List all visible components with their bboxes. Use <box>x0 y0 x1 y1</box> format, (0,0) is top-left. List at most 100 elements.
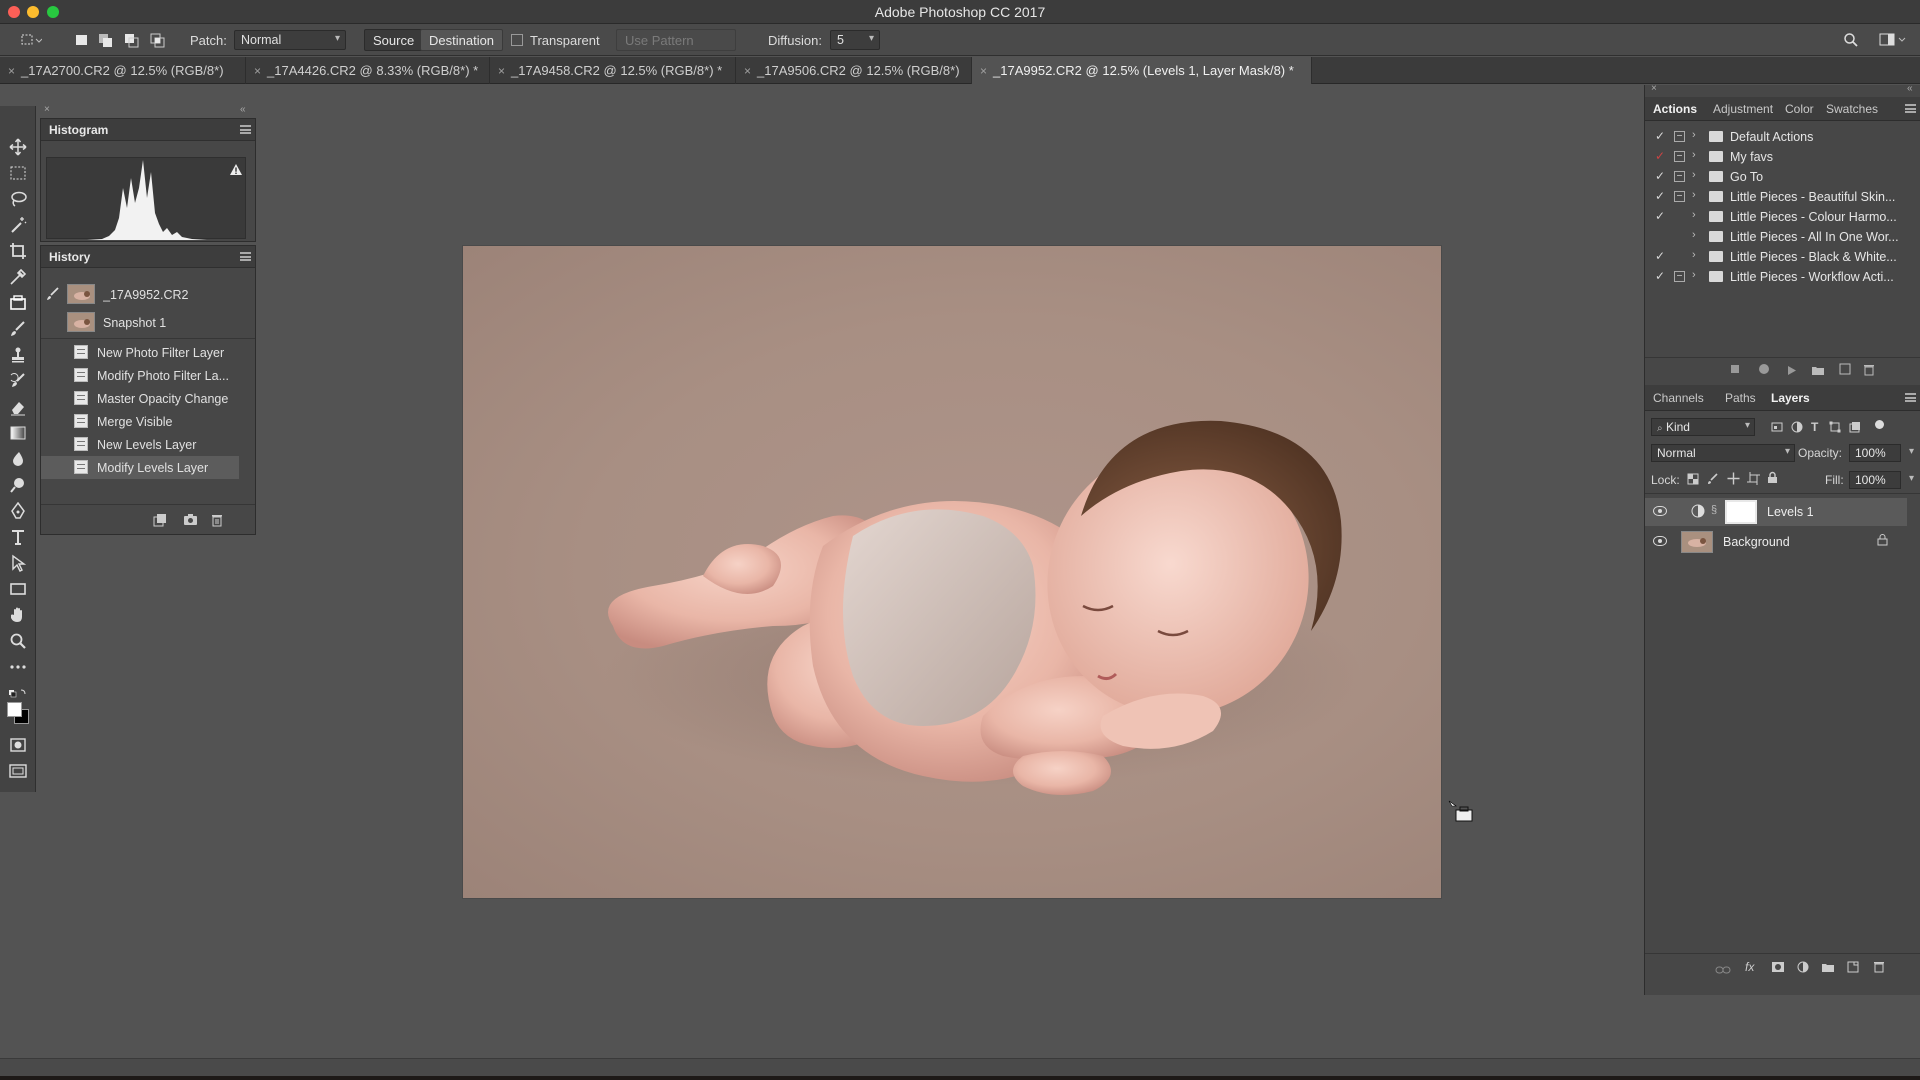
chevron-right-icon[interactable]: › <box>1692 209 1696 221</box>
new-adjustment-layer-icon[interactable] <box>1797 961 1809 976</box>
history-snapshot[interactable]: Snapshot 1 <box>41 309 245 336</box>
hand-tool-icon[interactable] <box>9 606 27 624</box>
action-set-item[interactable]: ✓ › Little Pieces - Workflow Acti... <box>1645 267 1920 287</box>
destination-button[interactable]: Destination <box>420 29 504 51</box>
path-selection-tool-icon[interactable] <box>9 554 27 572</box>
crop-tool-icon[interactable] <box>9 242 27 260</box>
document-tab[interactable]: × _17A9506.CR2 @ 12.5% (RGB/8*) <box>736 57 972 84</box>
history-snapshot[interactable]: _17A9952.CR2 <box>41 281 245 308</box>
chevron-right-icon[interactable]: › <box>1692 269 1696 281</box>
warning-icon[interactable] <box>229 163 243 179</box>
histogram-tab[interactable]: Histogram <box>49 123 108 137</box>
action-set-item[interactable]: ✓ › Little Pieces - Beautiful Skin... <box>1645 187 1920 207</box>
more-tools-icon[interactable] <box>9 658 27 676</box>
swap-colors-icon[interactable] <box>9 684 27 698</box>
type-tool-icon[interactable] <box>9 528 27 546</box>
new-action-icon[interactable] <box>1839 363 1851 378</box>
filter-toggle-icon[interactable] <box>1875 420 1884 429</box>
filter-type-icon[interactable]: T <box>1811 420 1818 434</box>
new-document-from-state-icon[interactable] <box>153 513 167 530</box>
lock-all-icon[interactable] <box>1767 471 1778 487</box>
chevron-right-icon[interactable]: › <box>1692 189 1696 201</box>
history-state-selected[interactable]: Modify Levels Layer <box>41 456 239 479</box>
layer-filter-kind-select[interactable]: ⌕ Kind ▾ <box>1651 418 1755 436</box>
add-to-selection-icon[interactable] <box>98 32 114 48</box>
stop-icon[interactable] <box>1731 365 1739 373</box>
history-state[interactable]: Modify Photo Filter La... <box>41 364 245 387</box>
collapse-icon[interactable]: « <box>1907 83 1913 94</box>
document-tab[interactable]: × _17A4426.CR2 @ 8.33% (RGB/8*) * <box>246 57 490 84</box>
close-tab-icon[interactable]: × <box>744 64 751 78</box>
patch-tool-preset-icon[interactable] <box>20 32 43 48</box>
check-icon[interactable]: ✓ <box>1655 269 1665 283</box>
dodge-tool-icon[interactable] <box>9 476 27 494</box>
lock-position-icon[interactable] <box>1727 472 1740 488</box>
trash-icon[interactable] <box>211 513 223 530</box>
opacity-input[interactable]: 100% ▾ <box>1849 444 1914 462</box>
eye-visibility-icon[interactable] <box>1653 536 1667 546</box>
chevron-right-icon[interactable]: › <box>1692 229 1696 241</box>
quick-mask-icon[interactable] <box>9 736 27 754</box>
chevron-right-icon[interactable]: › <box>1692 249 1696 261</box>
tab-swatches[interactable]: Swatches <box>1826 102 1878 116</box>
move-tool-icon[interactable] <box>9 138 27 156</box>
new-layer-icon[interactable] <box>1847 961 1859 976</box>
filter-shape-icon[interactable] <box>1829 421 1841 436</box>
screen-mode-icon[interactable] <box>9 762 27 780</box>
trash-icon[interactable] <box>1873 960 1885 976</box>
panel-menu-icon[interactable] <box>240 252 251 261</box>
dialog-toggle-icon[interactable] <box>1674 151 1685 162</box>
check-icon[interactable]: ✓ <box>1655 149 1665 163</box>
fill-input[interactable]: 100% ▾ <box>1849 471 1914 489</box>
dialog-toggle-icon[interactable] <box>1674 131 1685 142</box>
chevron-right-icon[interactable]: › <box>1692 129 1696 141</box>
filter-pixel-icon[interactable] <box>1771 421 1783 436</box>
lasso-tool-icon[interactable] <box>9 190 27 208</box>
chevron-down-icon[interactable]: ▾ <box>1909 473 1914 484</box>
eyedropper-tool-icon[interactable] <box>9 268 27 286</box>
action-set-item[interactable]: ✓ › My favs <box>1645 147 1920 167</box>
panel-menu-icon[interactable] <box>1905 393 1916 402</box>
subtract-from-selection-icon[interactable] <box>124 32 140 48</box>
add-mask-icon[interactable] <box>1771 961 1785 976</box>
patch-tool-icon[interactable] <box>9 294 27 312</box>
action-set-item[interactable]: › Little Pieces - All In One Wor... <box>1645 227 1920 247</box>
check-icon[interactable]: ✓ <box>1655 129 1665 143</box>
layer-item-background[interactable]: Background <box>1645 528 1907 556</box>
transparent-checkbox[interactable] <box>511 34 523 46</box>
close-tab-icon[interactable]: × <box>254 64 261 78</box>
chevron-right-icon[interactable]: › <box>1692 169 1696 181</box>
new-selection-icon[interactable] <box>74 32 90 48</box>
layer-mask-thumbnail[interactable] <box>1725 500 1757 524</box>
lock-transparent-pixels-icon[interactable] <box>1687 473 1699 488</box>
workspace-icon[interactable] <box>1879 32 1906 48</box>
fx-icon[interactable]: fx <box>1745 960 1754 974</box>
tab-channels[interactable]: Channels <box>1653 391 1704 405</box>
tab-actions[interactable]: Actions <box>1653 102 1697 116</box>
blur-tool-icon[interactable] <box>9 450 27 468</box>
gradient-tool-icon[interactable] <box>9 424 27 442</box>
patch-mode-select[interactable]: Normal ▾ <box>234 30 346 50</box>
filter-adjustment-icon[interactable] <box>1791 421 1803 436</box>
close-tab-icon[interactable]: × <box>498 64 505 78</box>
check-icon[interactable]: ✓ <box>1655 169 1665 183</box>
blend-mode-select[interactable]: Normal ▾ <box>1651 444 1795 462</box>
foreground-color-swatch[interactable] <box>7 702 22 717</box>
panel-menu-icon[interactable] <box>240 125 251 134</box>
source-button[interactable]: Source <box>364 29 424 51</box>
history-state[interactable]: New Photo Filter Layer <box>41 341 245 364</box>
history-state[interactable]: Master Opacity Change <box>41 387 245 410</box>
new-set-folder-icon[interactable] <box>1811 364 1825 379</box>
check-icon[interactable]: ✓ <box>1655 249 1665 263</box>
dialog-toggle-icon[interactable] <box>1674 191 1685 202</box>
close-tab-icon[interactable]: × <box>8 64 15 78</box>
diffusion-select[interactable]: 5 ▾ <box>830 30 880 50</box>
document-tab[interactable]: × _17A9458.CR2 @ 12.5% (RGB/8*) * <box>490 57 736 84</box>
history-state[interactable]: Merge Visible <box>41 410 245 433</box>
close-icon[interactable]: × <box>1651 83 1657 94</box>
dialog-toggle-icon[interactable] <box>1674 271 1685 282</box>
new-group-folder-icon[interactable] <box>1821 961 1835 976</box>
action-set-item[interactable]: ✓ › Little Pieces - Black & White... <box>1645 247 1920 267</box>
clone-stamp-tool-icon[interactable] <box>9 346 27 364</box>
trash-icon[interactable] <box>1863 363 1875 379</box>
